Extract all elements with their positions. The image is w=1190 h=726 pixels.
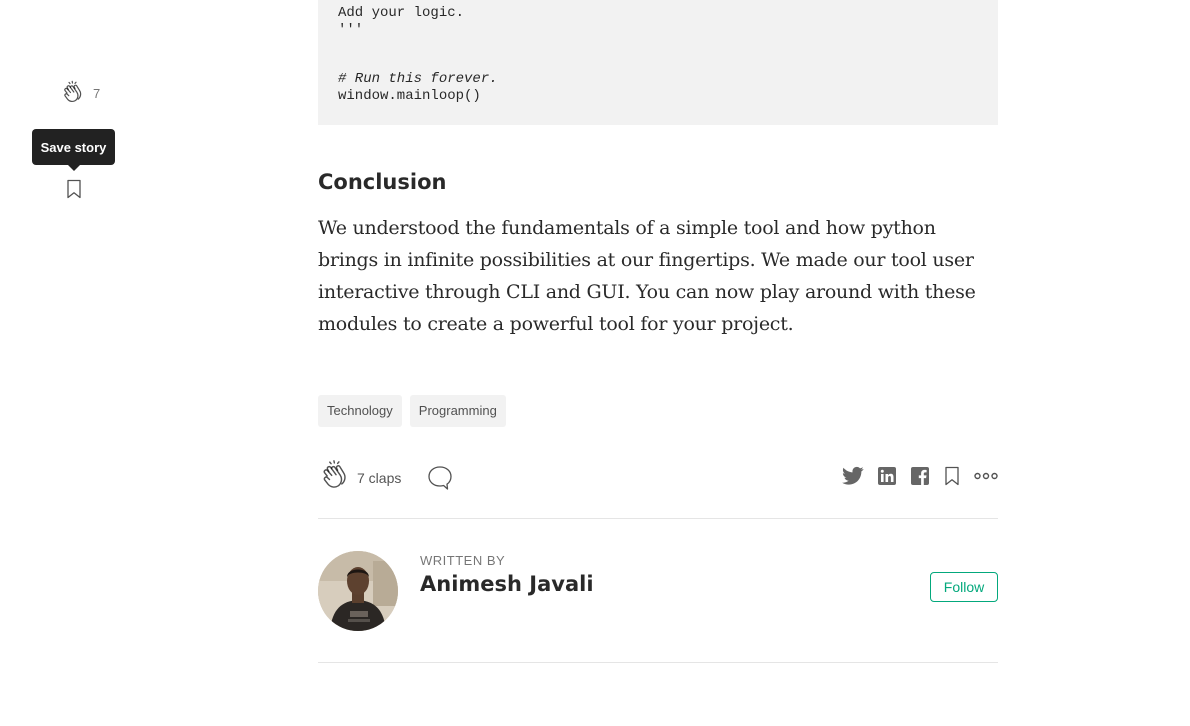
bookmark-icon[interactable] <box>65 179 83 199</box>
code-line: Add your logic. <box>338 5 465 21</box>
bookmark-icon[interactable] <box>943 466 961 486</box>
sidebar-clap-count: 7 <box>93 85 101 101</box>
code-block: Add your logic. ''' # Run this forever. … <box>318 0 998 125</box>
article-page: 7 Save story Add your logic. ''' # Run t… <box>0 0 1190 726</box>
tag-list: Technology Programming <box>318 395 506 427</box>
divider <box>318 662 998 663</box>
code-line: ''' <box>338 21 364 38</box>
linkedin-icon[interactable] <box>877 466 897 486</box>
section-heading: Conclusion <box>318 170 447 194</box>
follow-button[interactable]: Follow <box>930 572 998 602</box>
comment-icon[interactable] <box>426 464 454 492</box>
facebook-icon[interactable] <box>910 466 930 486</box>
divider <box>318 518 998 519</box>
share-icons <box>842 466 998 486</box>
written-by-label: WRITTEN BY <box>420 553 506 568</box>
sidebar-clap[interactable]: 7 <box>60 80 100 106</box>
conclusion-paragraph: We understood the fundamentals of a simp… <box>318 217 976 335</box>
tag-programming[interactable]: Programming <box>409 395 506 427</box>
action-bar: 7 claps <box>318 459 998 497</box>
author-name[interactable]: Animesh Javali <box>420 572 594 596</box>
clap-button-icon[interactable] <box>318 459 352 493</box>
clap-icon <box>64 80 82 103</box>
code-line: window.mainloop() <box>338 87 481 104</box>
claps-count[interactable]: 7 claps <box>357 470 401 486</box>
code-content: Add your logic. ''' # Run this forever. … <box>318 0 998 104</box>
avatar-photo <box>318 551 398 631</box>
twitter-icon[interactable] <box>842 466 864 486</box>
save-story-tooltip: Save story <box>32 129 115 171</box>
code-line: # Run this forever. <box>338 71 498 87</box>
author-avatar[interactable] <box>318 551 398 631</box>
more-icon[interactable] <box>974 471 998 481</box>
tag-technology[interactable]: Technology <box>318 395 402 427</box>
